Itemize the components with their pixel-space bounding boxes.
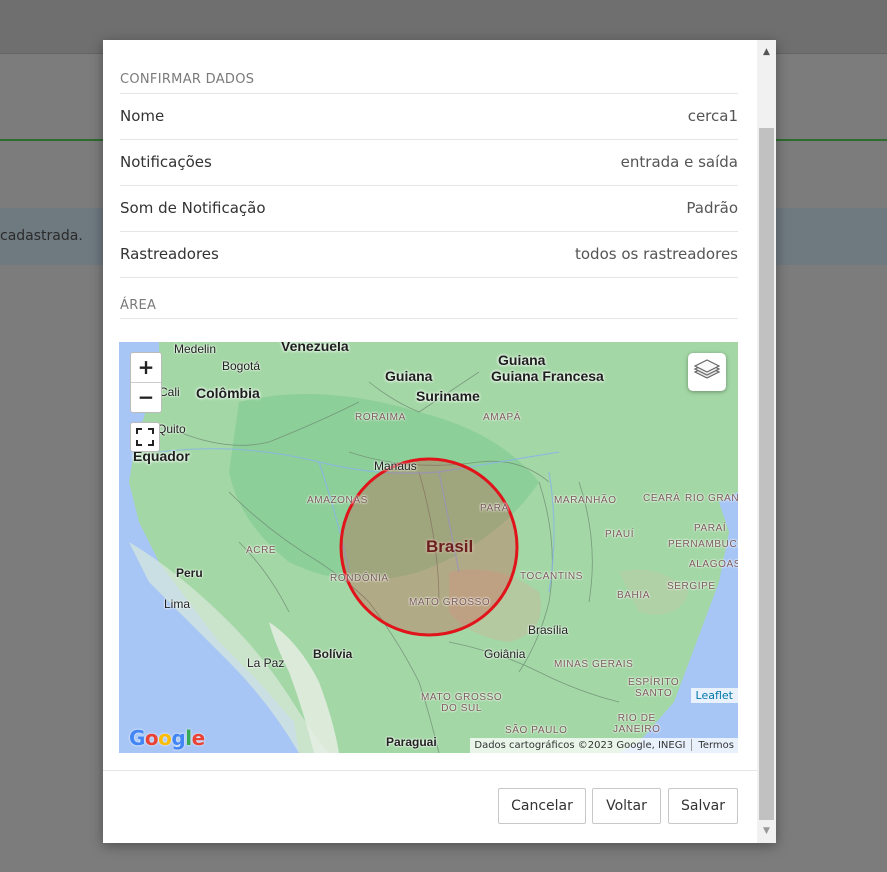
background-info-text: cadastrada.	[0, 228, 83, 244]
map-label-rio-de-janeiro: RIO DE JANEIRO	[613, 713, 661, 735]
map-label-espirito-santo-1: ESPÍRITO	[628, 677, 680, 688]
map-label-sergipe: SERGIPE	[667, 581, 716, 592]
map-label-amapa: AMAPÁ	[483, 412, 522, 423]
map-label-alagoas: ALAGOAS	[689, 559, 738, 570]
map-label-rio-de-janeiro-1: RIO DE	[617, 713, 656, 724]
divider	[120, 139, 738, 140]
map-label-bahia: BAHIA	[617, 590, 651, 601]
map-label-colombia: Colômbia	[196, 385, 260, 401]
map-label-minas-gerais: MINAS GERAIS	[554, 659, 634, 670]
footer-divider	[103, 770, 757, 771]
map-label-amazonas: AMAZONAS	[307, 495, 368, 506]
name-label: Nome	[120, 107, 165, 125]
zoom-in-button[interactable]: +	[131, 353, 161, 382]
map-label-cali: Cali	[159, 385, 180, 399]
map-attribution-text: Dados cartográficos ©2023 Google, INEGI	[474, 740, 686, 751]
confirm-dialog: CONFIRMAR DADOS Nome cerca1 Notificações…	[103, 40, 776, 843]
map-label-mato-grosso-do-sul-2: DO SUL	[441, 703, 483, 714]
map-label-ceara: CEARÁ	[643, 493, 681, 504]
notifications-label: Notificações	[120, 153, 212, 171]
map-label-goiania: Goiânia	[484, 647, 526, 661]
divider	[120, 185, 738, 186]
map-label-maranhao: MARANHÃO	[554, 495, 617, 506]
divider	[120, 318, 738, 319]
map-attribution-bar: Dados cartográficos ©2023 Google, INEGI T…	[470, 738, 738, 753]
map-label-suriname: Suriname	[416, 388, 480, 404]
map-label-rio-grande: RIO GRAN	[685, 493, 738, 504]
map-label-guiana: Guiana	[385, 368, 433, 384]
google-logo: Google	[129, 726, 205, 750]
fullscreen-button[interactable]	[130, 422, 160, 452]
map-label-venezuela: Venezuela	[281, 342, 349, 354]
map-label-brasil: Brasil	[426, 537, 474, 556]
scrollbar[interactable]: ▲ ▼	[757, 40, 776, 843]
divider	[120, 231, 738, 232]
map-label-mato-grosso-do-sul-1: MATO GROSSO	[421, 692, 503, 703]
divider	[120, 93, 738, 94]
map-label-lima: Lima	[164, 597, 191, 611]
terms-link[interactable]: Termos	[698, 740, 734, 751]
map-label-peru: Peru	[176, 566, 203, 580]
map-label-paraguai: Paraguai	[386, 735, 437, 749]
attribution-separator	[691, 739, 693, 751]
map-label-brasilia: Brasília	[528, 623, 569, 637]
scroll-down-icon[interactable]: ▼	[757, 823, 776, 839]
fullscreen-icon	[136, 428, 154, 446]
map-label-espirito-santo: ESPÍRITO SANTO	[628, 677, 679, 699]
map-label-paraiba: PARAÍ	[694, 523, 727, 534]
trackers-label: Rastreadores	[120, 245, 219, 263]
save-button[interactable]: Salvar	[668, 788, 738, 824]
map-label-bolivia: Bolívia	[313, 647, 353, 661]
map-label-bogota: Bogotá	[222, 359, 261, 373]
map-label-la-paz: La Paz	[247, 656, 285, 670]
notification-sound-label: Som de Notificação	[120, 199, 266, 217]
leaflet-attribution-link[interactable]: Leaflet	[690, 688, 738, 703]
map-label-guiana-francesa-1: Guiana	[498, 352, 546, 368]
map-label-piaui: PIAUÍ	[605, 529, 635, 540]
notifications-value: entrada e saída	[620, 153, 738, 171]
map-label-medelin: Medelin	[174, 342, 217, 356]
scrollbar-thumb[interactable]	[759, 128, 774, 820]
cancel-button[interactable]: Cancelar	[498, 788, 586, 824]
layers-icon	[693, 359, 721, 379]
map-label-espirito-santo-2: SANTO	[635, 688, 673, 699]
map-label-quito: Quito	[157, 422, 186, 436]
confirm-section-title: CONFIRMAR DADOS	[120, 72, 255, 87]
map-label-guiana-francesa-2: Guiana Francesa	[491, 368, 604, 384]
divider	[120, 277, 738, 278]
map-label-mato-grosso-do-sul: MATO GROSSO DO SUL	[421, 692, 502, 714]
map-label-guiana-francesa: Guiana Guiana Francesa	[491, 352, 604, 384]
scroll-up-icon[interactable]: ▲	[757, 44, 776, 60]
map-label-tocantins: TOCANTINS	[520, 571, 583, 582]
zoom-control: + −	[130, 352, 162, 413]
trackers-value: todos os rastreadores	[575, 245, 738, 263]
map-view[interactable]: Medelin Venezuela Bogotá Colômbia Cali Q…	[119, 342, 738, 753]
zoom-out-button[interactable]: −	[131, 383, 161, 412]
area-section-title: ÁREA	[120, 298, 157, 313]
map-label-sao-paulo: SÃO PAULO	[505, 725, 568, 736]
back-button[interactable]: Voltar	[592, 788, 661, 824]
map-label-pernambuco: PERNAMBUCO	[668, 539, 738, 550]
map-label-rio-de-janeiro-2: JANEIRO	[613, 724, 661, 735]
map-label-rondonia: RONDÔNIA	[330, 573, 389, 584]
map-label-manaus: Manaus	[374, 459, 417, 473]
name-value: cerca1	[687, 107, 738, 125]
notification-sound-value: Padrão	[686, 199, 738, 217]
layers-button[interactable]	[688, 353, 726, 391]
map-label-acre: ACRE	[246, 545, 277, 556]
map-label-mato-grosso: MATO GROSSO	[409, 597, 491, 608]
map-label-para: PARÁ	[480, 503, 509, 514]
map-label-roraima: RORAIMA	[355, 412, 406, 423]
